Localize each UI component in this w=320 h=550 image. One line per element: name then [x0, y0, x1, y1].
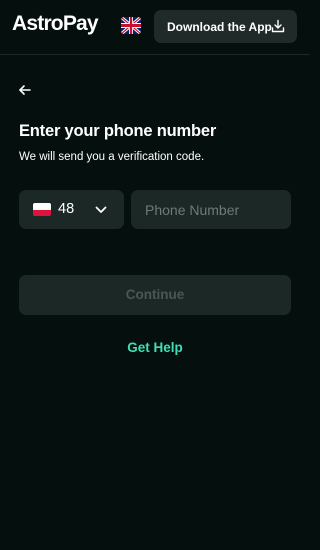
app-header: AstroPay Download the App: [0, 0, 310, 55]
get-help-link[interactable]: Get Help: [0, 340, 310, 355]
country-code-select[interactable]: 48: [19, 190, 124, 229]
chevron-down-icon: [94, 203, 108, 217]
phone-number-input[interactable]: [131, 190, 291, 229]
download-icon: [271, 19, 285, 33]
uk-flag-icon[interactable]: [121, 17, 141, 34]
country-code-value: 48: [58, 201, 75, 217]
download-app-button[interactable]: Download the App: [154, 10, 297, 43]
poland-flag-icon: [33, 203, 51, 216]
astropay-logo[interactable]: AstroPay: [12, 12, 99, 36]
continue-button[interactable]: Continue: [19, 275, 291, 315]
page-title: Enter your phone number: [19, 122, 217, 140]
page-subtitle: We will send you a verification code.: [19, 151, 205, 163]
arrow-left-icon[interactable]: [17, 82, 33, 98]
download-app-label: Download the App: [167, 19, 272, 34]
